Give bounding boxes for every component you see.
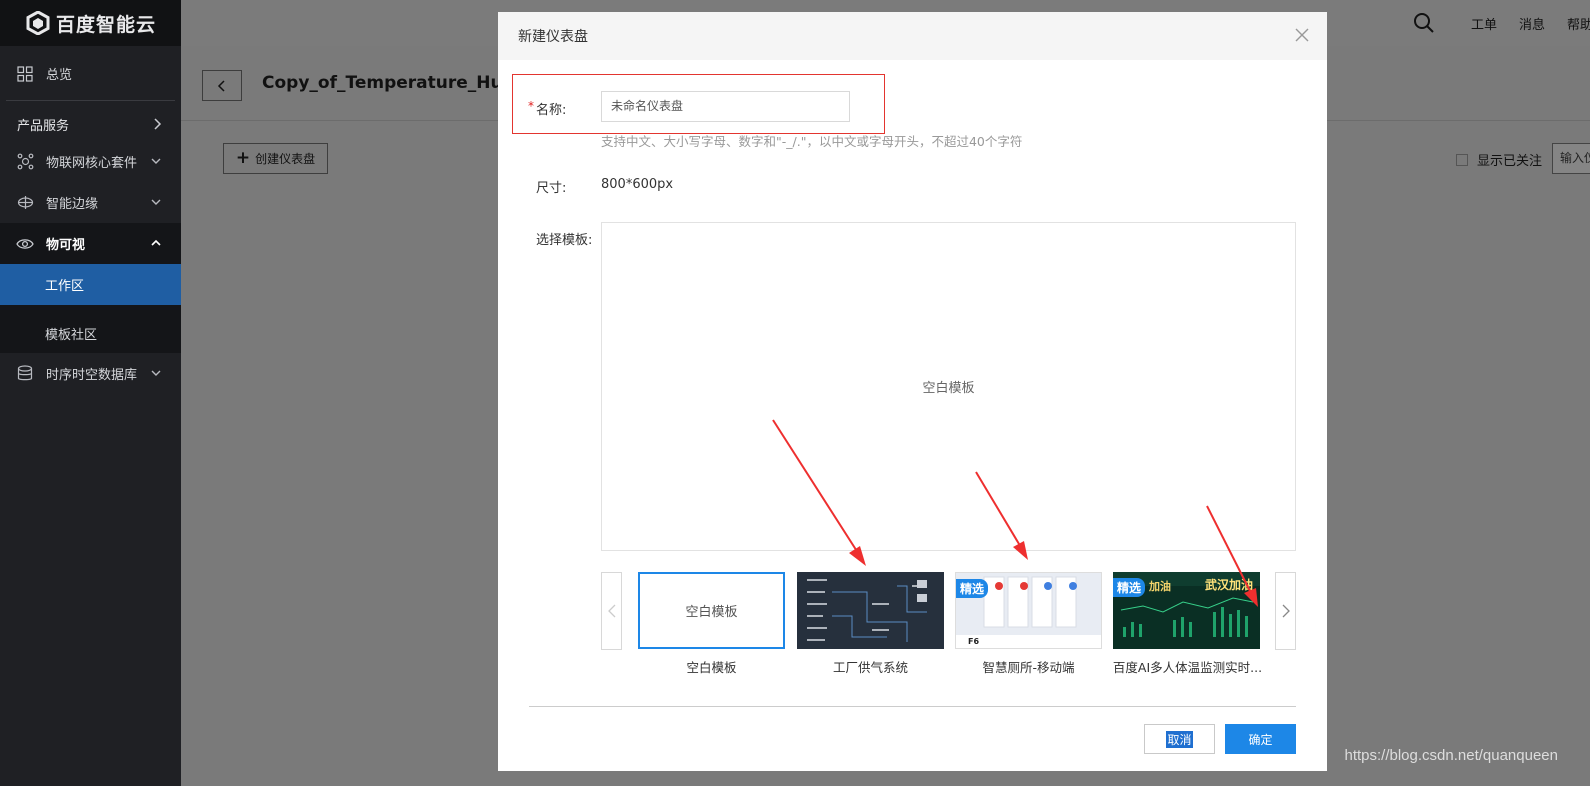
name-label: 名称: [536,103,567,118]
chevron-up-icon [151,239,161,246]
dashboard-name-input[interactable]: 未命名仪表盘 [601,91,850,122]
topbar-link-tickets[interactable]: 工单 [1471,14,1497,33]
thumb-tag: F6 [968,637,980,646]
chevron-left-icon [607,604,615,618]
featured-badge: 精选 [956,579,989,598]
sidebar-item-iot-core[interactable]: 物联网核心套件 [0,141,181,182]
carousel-next-button[interactable] [1275,572,1296,650]
sidebar-item-tsdb[interactable]: 时序时空数据库 [0,353,181,394]
sidebar-subitem-label: 模板社区 [45,328,98,343]
watermark: https://blog.csdn.net/quanqueen [1344,747,1558,764]
template-thumb-text: 空白模板 [685,605,738,620]
sidebar-item-label: 物可视 [46,238,86,253]
sidebar-section-products[interactable]: 产品服务 [0,107,181,141]
eye-icon [16,235,34,253]
edge-icon [16,194,34,212]
cancel-label: 取消 [1166,730,1193,748]
template-name: 空白模板 [686,660,737,675]
thumb-word: 武汉加油 [1205,578,1254,592]
sidebar-item-label: 物联网核心套件 [46,156,138,171]
dialog-header: 新建仪表盘 [498,12,1327,60]
chevron-right-icon [1282,604,1290,618]
sidebar-item-overview[interactable]: 总览 [0,53,181,94]
chevron-left-icon [217,79,225,92]
create-dashboard-button[interactable]: + 创建仪表盘 [223,143,328,174]
plus-icon: + [235,148,251,168]
sidebar-divider [6,100,175,101]
filter-input[interactable]: 输入仪 [1552,143,1590,174]
featured-badge: 精选 [1113,578,1146,597]
template-preview: 空白模板 [601,222,1296,551]
chevron-down-icon [151,199,161,205]
size-label: 尺寸: [536,181,567,196]
thumb-word: 加油 [1149,580,1171,593]
sidebar-subitem-label: 工作区 [45,279,85,294]
sidebar-section-label: 产品服务 [17,118,70,134]
chevron-right-icon [154,118,162,130]
cancel-button[interactable]: 取消 [1144,724,1215,754]
chevron-down-icon [151,158,161,164]
brand-logo[interactable]: 百度智能云 [0,0,181,46]
dialog-title: 新建仪表盘 [518,29,588,45]
size-value: 800*600px [601,177,674,192]
name-hint: 支持中文、大小写字母、数字和"-_/."，以中文或字母开头，不超过40个字符 [601,134,1023,149]
dialog-footer-divider [529,706,1296,707]
topbar-link-help[interactable]: 帮助 [1567,14,1590,33]
show-followed-toggle[interactable]: 显示已关注 [1455,150,1542,169]
confirm-label: 确定 [1248,732,1273,747]
brand-name: 百度智能云 [56,13,157,36]
sidebar: 百度智能云 总览 产品服务 物联网核心套件 智能边缘 物可视 工作区 模板社区 … [0,0,181,786]
confirm-button[interactable]: 确定 [1225,724,1296,754]
topbar-link-messages[interactable]: 消息 [1519,14,1545,33]
preview-text: 空白模板 [922,381,975,396]
baidu-cloud-logo-icon [26,11,50,35]
sidebar-subitem-workspace[interactable]: 工作区 [0,264,181,305]
chevron-down-icon [151,370,161,376]
template-card-temperature-monitor[interactable]: 精选 加油 武汉加油 [1113,572,1260,649]
template-name: 智慧厕所-移动端 [982,660,1075,675]
new-dashboard-dialog: 新建仪表盘 * 名称: 未命名仪表盘 支持中文、大小写字母、数字和"-_/."，… [498,12,1327,771]
sidebar-item-label: 智能边缘 [46,197,99,212]
sidebar-item-label: 时序时空数据库 [46,368,138,383]
database-icon [16,365,34,383]
grid-icon [16,65,34,83]
create-dashboard-label: 创建仪表盘 [255,152,316,166]
template-card-blank[interactable]: 空白模板 [638,572,785,649]
sidebar-item-label: 总览 [46,68,73,83]
template-name: 百度AI多人体温监测实时... [1112,660,1263,675]
sidebar-item-visualization[interactable]: 物可视 [0,223,181,264]
template-card-factory[interactable] [797,572,944,649]
topbar-actions: 工单 消息 帮助 [1413,0,1590,46]
factory-thumbnail [807,579,927,642]
search-icon[interactable] [1413,12,1435,34]
followed-checkbox[interactable] [1455,153,1468,166]
required-mark: * [528,99,534,113]
carousel-prev-button[interactable] [601,572,622,650]
iot-core-icon [16,153,34,171]
template-label: 选择模板: [536,233,593,248]
close-icon[interactable] [1295,28,1309,42]
sidebar-item-edge[interactable]: 智能边缘 [0,182,181,223]
page-title: Copy_of_Temperature_Humi [262,73,527,93]
sidebar-subitem-template-community[interactable]: 模板社区 [0,314,181,353]
template-name: 工厂供气系统 [832,660,908,675]
back-button[interactable] [202,70,242,101]
sidebar-spacer [0,305,181,314]
followed-label: 显示已关注 [1476,154,1542,169]
template-card-smart-toilet[interactable]: 精选 F6 [955,572,1102,649]
